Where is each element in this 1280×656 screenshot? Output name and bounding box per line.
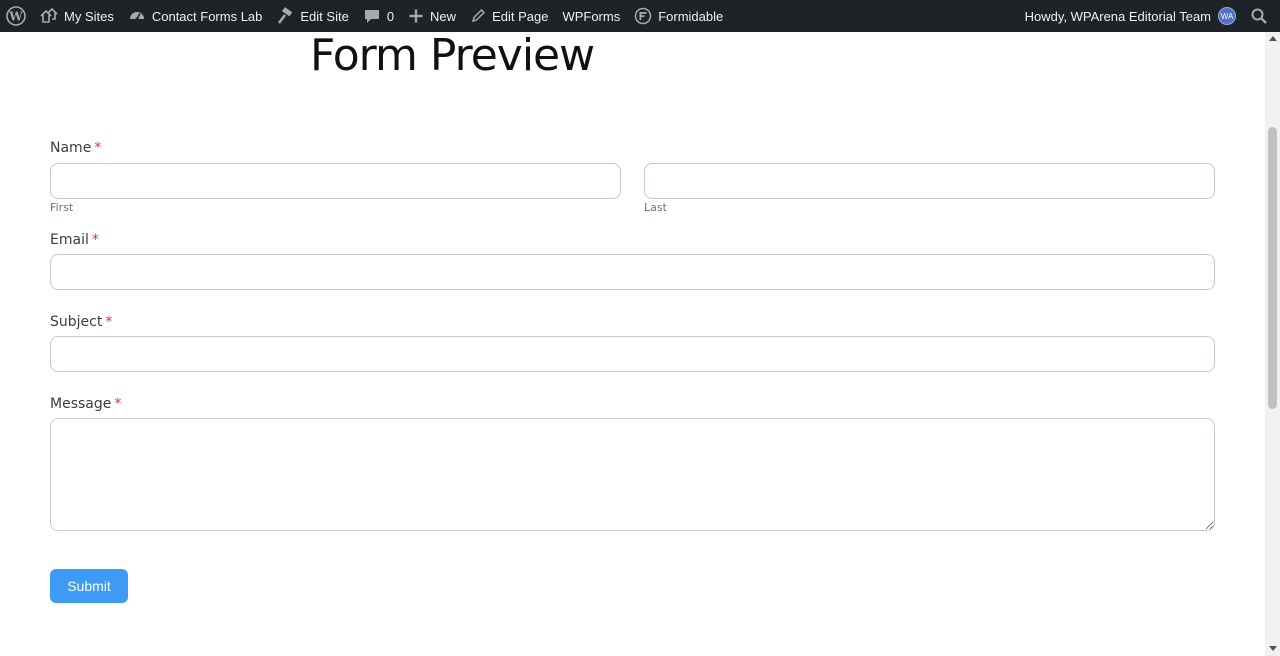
edit-site-link[interactable]: Edit Site xyxy=(269,0,355,32)
email-input[interactable] xyxy=(50,254,1215,290)
first-name-sublabel: First xyxy=(50,201,74,214)
wpforms-menu[interactable]: WPForms xyxy=(555,0,627,32)
subject-label: Subject * xyxy=(50,312,1215,332)
message-field: Message * xyxy=(50,394,1215,531)
message-label-text: Message xyxy=(50,396,112,412)
subject-field: Subject * xyxy=(50,312,1215,372)
email-label: Email * xyxy=(50,230,1215,250)
my-sites-icon xyxy=(40,8,58,24)
subject-label-text: Subject xyxy=(50,314,103,330)
scrollbar-thumb[interactable] xyxy=(1268,127,1277,409)
required-marker: * xyxy=(105,314,113,330)
pencil-icon xyxy=(470,8,486,24)
name-label: Name * xyxy=(50,138,1215,158)
svg-text:W: W xyxy=(8,10,23,24)
my-sites-menu[interactable]: My Sites xyxy=(33,0,121,32)
wpforms-label: WPForms xyxy=(562,8,621,24)
edit-page-link[interactable]: Edit Page xyxy=(463,0,555,32)
comment-bubble-icon xyxy=(363,7,381,25)
required-marker: * xyxy=(91,232,99,248)
last-name-sublabel: Last xyxy=(644,201,667,214)
comments-count: 0 xyxy=(386,8,395,24)
plus-icon xyxy=(408,8,424,24)
admin-search-button[interactable] xyxy=(1243,0,1280,32)
name-label-text: Name xyxy=(50,140,92,156)
submit-button[interactable]: Submit xyxy=(50,569,128,603)
scroll-down-arrow-icon[interactable] xyxy=(1269,646,1277,651)
edit-site-label: Edit Site xyxy=(300,8,349,24)
formidable-logo-icon xyxy=(634,7,652,25)
my-sites-label: My Sites xyxy=(64,8,114,24)
contact-form: Name * First Last Email * Subject * Message… xyxy=(50,138,1215,531)
edit-page-label: Edit Page xyxy=(492,8,549,24)
hammer-icon xyxy=(276,7,294,25)
comments-link[interactable]: 0 xyxy=(356,0,401,32)
page-scrollbar[interactable] xyxy=(1265,32,1280,656)
message-label: Message * xyxy=(50,394,1215,414)
dashboard-icon xyxy=(128,7,146,25)
formidable-label: Formidable xyxy=(658,8,724,24)
search-icon xyxy=(1250,7,1268,25)
my-account-menu[interactable]: Howdy, WPArena Editorial Team WA xyxy=(1018,0,1243,32)
scroll-up-arrow-icon[interactable] xyxy=(1269,36,1277,41)
site-name-menu[interactable]: Contact Forms Lab xyxy=(121,0,270,32)
required-marker: * xyxy=(94,140,102,156)
wordpress-logo-icon[interactable]: W xyxy=(0,0,33,32)
name-field: Name * First Last xyxy=(50,138,1215,215)
message-textarea[interactable] xyxy=(50,418,1215,531)
last-name-input[interactable] xyxy=(644,163,1215,199)
email-label-text: Email xyxy=(50,232,89,248)
subject-input[interactable] xyxy=(50,336,1215,372)
email-field: Email * xyxy=(50,230,1215,290)
site-name-label: Contact Forms Lab xyxy=(151,8,263,24)
first-name-input[interactable] xyxy=(50,163,621,199)
howdy-greeting: Howdy, WPArena Editorial Team xyxy=(1024,8,1211,24)
formidable-menu[interactable]: Formidable xyxy=(627,0,730,32)
admin-bar: W My Sites Contact Forms Lab Edit Site 0… xyxy=(0,0,1280,32)
avatar: WA xyxy=(1218,7,1236,25)
new-content-menu[interactable]: New xyxy=(401,0,463,32)
new-label: New xyxy=(430,8,457,24)
required-marker: * xyxy=(114,396,122,412)
